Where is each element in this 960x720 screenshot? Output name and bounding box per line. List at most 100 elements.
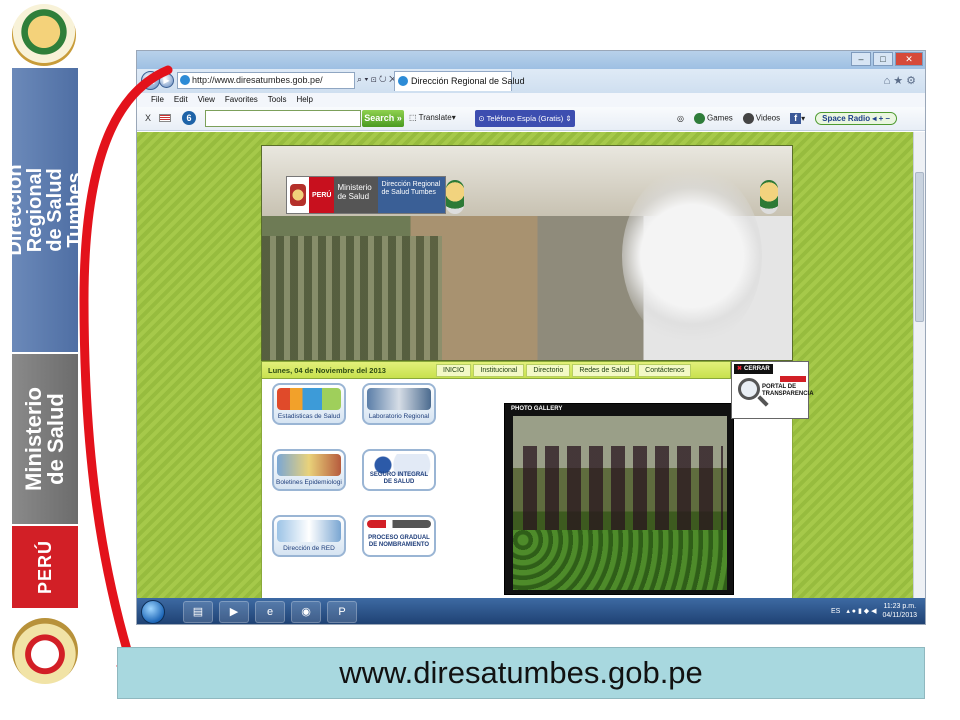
search-engine-logo-icon[interactable]: 6 [182, 111, 196, 125]
address-actions[interactable]: ⌕ ▾ ⊡ ↻ ✕ [357, 74, 396, 85]
window-titlebar: – □ ✕ [137, 51, 925, 69]
site-nav-strip: Lunes, 04 de Noviembre del 2013 INICIO I… [261, 361, 731, 379]
games-button[interactable]: Games [693, 113, 733, 124]
menu-help[interactable]: Help [296, 93, 312, 107]
direccion-regional-bar: Dirección Regional de Salud Tumbes [4, 68, 86, 352]
nav-directorio[interactable]: Directorio [526, 364, 571, 377]
site-banner: PERÚ Ministerio de Salud Dirección Regio… [261, 145, 793, 361]
cerrar-x-icon: ✖ [737, 366, 743, 372]
lab-photo-icon [367, 388, 431, 410]
toolbar-close-icon[interactable]: X [145, 113, 151, 123]
toolbar-search-input[interactable] [205, 110, 361, 127]
settings-icon[interactable]: ◎ [677, 114, 684, 123]
window-controls: – □ ✕ [851, 52, 923, 66]
address-bar[interactable]: http://www.diresatumbes.gob.pe/ [177, 72, 355, 89]
scrollbar-thumb[interactable] [915, 172, 924, 322]
dir-line-4: Tumbes [64, 172, 86, 248]
page-scrollbar[interactable] [913, 132, 925, 598]
ie-page-icon [180, 75, 190, 85]
site-date: Lunes, 04 de Noviembre del 2013 [268, 366, 386, 375]
tile-proceso-gradual[interactable]: PROCESO GRADUAL DE NOMBRAMIENTO [362, 515, 436, 557]
games-icon [693, 113, 705, 124]
space-radio-button[interactable]: Space Radio ◂ + – [815, 112, 897, 125]
banner-logo-left-icon [446, 180, 464, 214]
internet-explorer-icon[interactable]: e [255, 601, 285, 623]
peru-text: PERÚ [35, 540, 55, 595]
ministry-logo[interactable]: PERÚ Ministerio de Salud Dirección Regio… [286, 176, 446, 214]
telefono-espia-button[interactable]: ⊙ Teléfono Espía (Gratis) ⇕ [475, 110, 575, 127]
us-flag-icon[interactable] [159, 114, 171, 122]
forward-button[interactable]: ▶ [159, 73, 174, 88]
language-indicator[interactable]: ES [831, 608, 840, 615]
tile-laboratorio-label: Laboratorio Regional [368, 413, 430, 420]
clock-date: 04/11/2013 [882, 612, 917, 619]
national-seal-icon [12, 618, 78, 684]
url-caption[interactable]: www.diresatumbes.gob.pe [339, 655, 703, 691]
tab-title: Dirección Regional de Salud [411, 76, 525, 86]
nombramiento-header-icon [367, 520, 431, 528]
dir-line-2: Regional [24, 167, 46, 253]
gallery-label: PHOTO GALLERY [511, 406, 563, 412]
menu-bar: File Edit View Favorites Tools Help [137, 93, 925, 107]
dir-line-1: Dirección [4, 164, 26, 256]
search-toolbar: X 6 Search » ⬚ Translate▾ ⊙ Teléfono Esp… [137, 107, 925, 131]
space-radio-label: Space Radio [822, 114, 871, 123]
cerrar-label: CERRAR [744, 366, 770, 372]
menu-tools[interactable]: Tools [268, 93, 287, 107]
translate-button[interactable]: ⬚ Translate▾ [409, 113, 456, 122]
ministerio-text: Ministerio de Salud [21, 354, 68, 524]
transparency-peru-strip [780, 376, 806, 382]
home-favorites-tools-icons[interactable]: ⌂★⚙ [884, 74, 919, 87]
facebook-icon: f [790, 113, 802, 124]
menu-favorites[interactable]: Favorites [225, 93, 258, 107]
menu-view[interactable]: View [198, 93, 215, 107]
ministry-peru-tag: PERÚ [309, 177, 335, 213]
min-line-1: Ministerio [21, 387, 46, 491]
tile-laboratorio[interactable]: Laboratorio Regional [362, 383, 436, 425]
nav-institucional[interactable]: Institucional [473, 364, 525, 377]
minimize-button[interactable]: – [851, 52, 871, 66]
start-button[interactable] [141, 600, 165, 624]
site-content: Estadisticas de Salud Laboratorio Region… [261, 379, 793, 598]
browser-tab[interactable]: Dirección Regional de Salud [394, 71, 525, 91]
explorer-icon[interactable]: ▤ [183, 601, 213, 623]
direccion-name: Dirección Regional de Salud Tumbes [378, 177, 445, 213]
powerpoint-icon[interactable]: P [327, 601, 357, 623]
banner-fumigation-smoke [622, 166, 762, 346]
site-nav: INICIO Institucional Directorio Redes de… [436, 364, 693, 377]
nav-inicio[interactable]: INICIO [436, 364, 472, 377]
tile-seguro-integral[interactable]: SEGURO INTEGRAL DE SALUD [362, 449, 436, 491]
chrome-icon[interactable]: ◉ [291, 601, 321, 623]
cerrar-button[interactable]: ✖ CERRAR [734, 364, 773, 374]
toolbar-search-button[interactable]: Search » [362, 110, 404, 127]
tile-direccion-red-label: Dirección de RED [283, 545, 335, 552]
back-button[interactable]: ◀ [141, 71, 160, 90]
red-photo-icon [277, 520, 341, 542]
tile-direccion-red[interactable]: Dirección de RED [272, 515, 346, 557]
videos-button[interactable]: Videos [742, 113, 781, 124]
media-player-icon[interactable]: ▶ [219, 601, 249, 623]
nav-redes-de-salud[interactable]: Redes de Salud [572, 364, 637, 377]
tray-icons[interactable]: ▴ ● ▮ ◆ ◀ [846, 607, 876, 615]
regional-logo-icon [12, 4, 76, 66]
games-label: Games [706, 113, 733, 123]
facebook-button[interactable]: f ▾ [790, 113, 805, 124]
transparency-portal-popup[interactable]: ✖ CERRAR PORTAL DE TRANSPARENCIA [731, 361, 814, 419]
photo-gallery[interactable]: PHOTO GALLERY [504, 403, 734, 595]
menu-file[interactable]: File [151, 93, 164, 107]
tile-seguro-label: SEGURO INTEGRAL DE SALUD [369, 472, 429, 485]
url-caption-box: www.diresatumbes.gob.pe [117, 647, 925, 699]
menu-edit[interactable]: Edit [174, 93, 188, 107]
close-button[interactable]: ✕ [895, 52, 923, 66]
nav-contactenos[interactable]: Contáctenos [638, 364, 692, 377]
videos-label: Videos [755, 113, 781, 123]
videos-icon [742, 113, 754, 124]
address-row: ◀ ▶ http://www.diresatumbes.gob.pe/ ⌕ ▾ … [137, 69, 925, 93]
banner-parade [262, 236, 442, 360]
tile-estadisticas[interactable]: Estadisticas de Salud [272, 383, 346, 425]
tile-boletines[interactable]: Boletines Epidemiologicos [272, 449, 346, 491]
system-clock[interactable]: 11:23 p.m. 04/11/2013 [882, 602, 917, 620]
dir-line-3: de Salud [44, 168, 66, 252]
maximize-button[interactable]: □ [873, 52, 893, 66]
system-tray: ES ▴ ● ▮ ◆ ◀ 11:23 p.m. 04/11/2013 [831, 602, 917, 620]
